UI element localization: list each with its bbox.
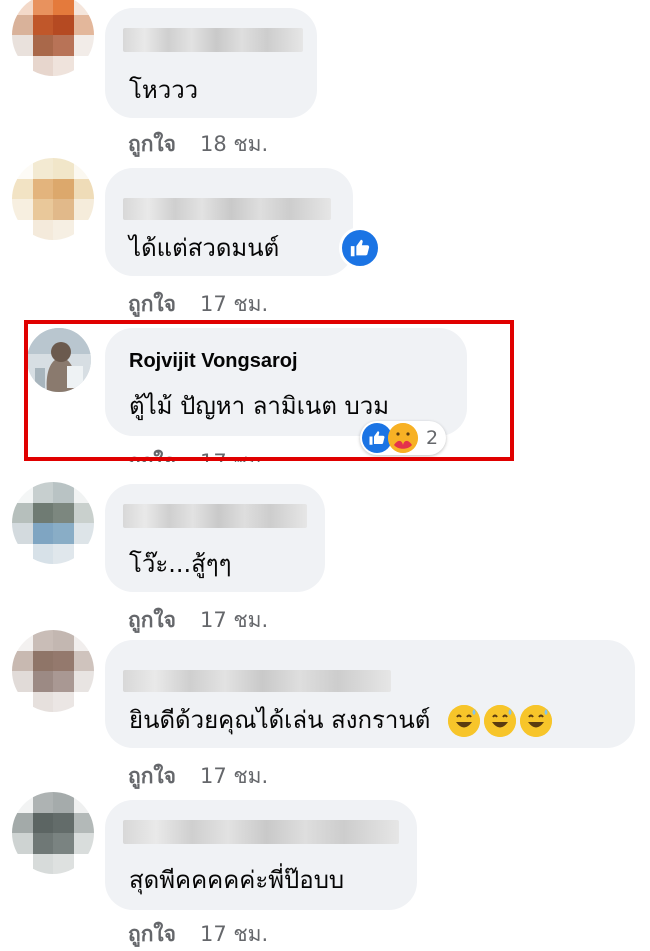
timestamp[interactable]: 18 ชม. xyxy=(200,132,268,156)
comment-bubble: ได้แต่สวดมนต์ xyxy=(105,168,353,276)
comment-actions: ถูกใจ 17 ชม. xyxy=(128,918,268,951)
avatar[interactable] xyxy=(12,630,94,712)
comment-bubble: โหววว xyxy=(105,8,317,118)
author-name-blurred[interactable] xyxy=(123,820,399,844)
grinning-sweat-emoji xyxy=(484,705,516,737)
comment-bubble: ยินดีด้วยคุณได้เล่น สงกรานต์ xyxy=(105,640,635,748)
like-link[interactable]: ถูกใจ xyxy=(128,764,176,788)
comment-actions: ถูกใจ 18 ชม. xyxy=(128,128,268,161)
like-icon xyxy=(350,239,370,257)
highlight-box xyxy=(24,320,514,461)
like-link[interactable]: ถูกใจ xyxy=(128,292,176,316)
grinning-sweat-emoji xyxy=(520,705,552,737)
comment-actions: ถูกใจ 17 ชม. xyxy=(128,288,268,321)
comment-text: โหววว xyxy=(129,76,199,104)
comment-text: ยินดีด้วยคุณได้เล่น สงกรานต์ xyxy=(129,700,552,739)
reaction-like-badge[interactable] xyxy=(339,227,381,269)
comment-bubble: สุดพีคคคคค่ะพี่ป๊อบบ xyxy=(105,800,417,910)
timestamp[interactable]: 17 ชม. xyxy=(200,608,268,632)
comment-actions: ถูกใจ 17 ชม. xyxy=(128,760,268,793)
like-link[interactable]: ถูกใจ xyxy=(128,608,176,632)
author-name-blurred[interactable] xyxy=(123,198,331,220)
avatar[interactable] xyxy=(12,158,94,240)
avatar[interactable] xyxy=(12,482,94,564)
comment-actions: ถูกใจ 17 ชม. xyxy=(128,604,268,637)
avatar[interactable] xyxy=(12,792,94,874)
comment-text: โว๊ะ...สู้ๆๆ xyxy=(129,550,232,578)
timestamp[interactable]: 17 ชม. xyxy=(200,764,268,788)
timestamp[interactable]: 17 ชม. xyxy=(200,292,268,316)
author-name-blurred[interactable] xyxy=(123,504,307,528)
comment-text: สุดพีคคคคค่ะพี่ป๊อบบ xyxy=(129,866,345,894)
timestamp[interactable]: 17 ชม. xyxy=(200,922,268,946)
avatar[interactable] xyxy=(12,0,94,76)
like-link[interactable]: ถูกใจ xyxy=(128,132,176,156)
like-link[interactable]: ถูกใจ xyxy=(128,922,176,946)
grinning-sweat-emoji xyxy=(448,705,480,737)
comment-bubble: โว๊ะ...สู้ๆๆ xyxy=(105,484,325,592)
comment-text: ได้แต่สวดมนต์ xyxy=(129,234,280,262)
comment-text-body: ยินดีด้วยคุณได้เล่น สงกรานต์ xyxy=(129,706,431,734)
author-name-blurred[interactable] xyxy=(123,670,391,692)
author-name-blurred[interactable] xyxy=(123,28,303,52)
